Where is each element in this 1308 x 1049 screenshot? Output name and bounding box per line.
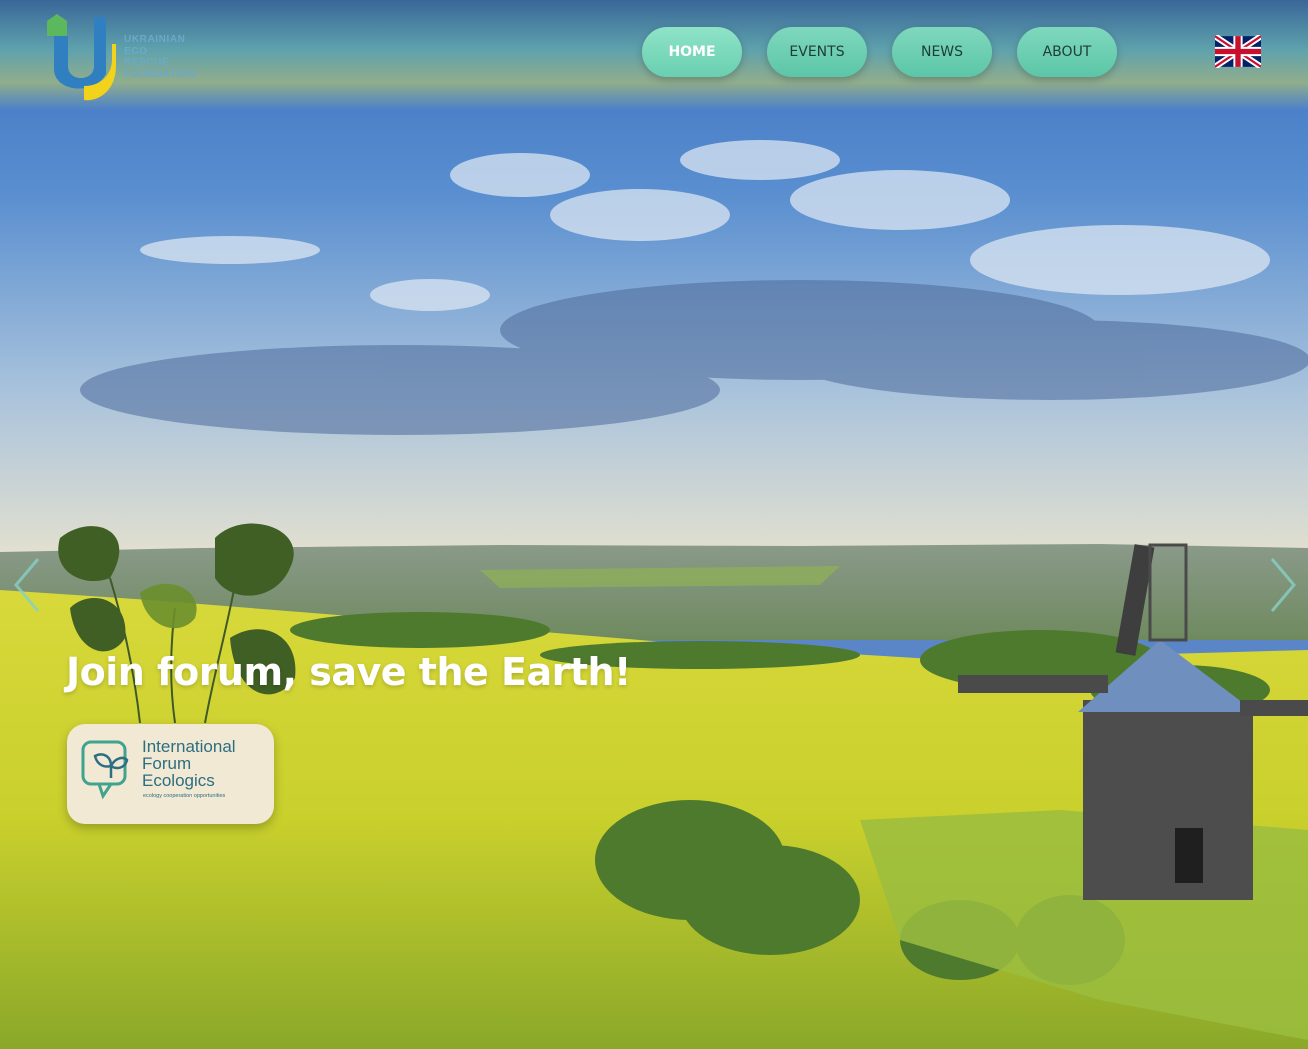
main-nav: HOME EVENTS NEWS ABOUT [642,27,1117,77]
uk-flag-icon[interactable] [1215,35,1261,68]
badge-title-line: International [142,737,236,756]
hero-banner: Ukrainian Eco Rescue Foundation HOME EVE… [0,0,1308,1049]
badge-subtitle: ecology cooperation opportunities [143,793,226,799]
badge-title: International Forum Ecologics [142,738,236,789]
logo-line: Rescue [124,57,170,68]
logo-text: Ukrainian Eco Rescue Foundation [124,34,196,80]
nav-home-button[interactable]: HOME [642,27,742,77]
logo-line: Ukrainian [124,34,186,45]
hero-background-image [0,0,1308,1049]
chevron-left-icon[interactable] [8,555,48,615]
leaf-u-logo-icon [47,14,116,101]
badge-title-line: Ecologics [142,771,215,790]
logo-line: Foundation [124,68,196,80]
badge-title-line: Forum [142,754,192,773]
logo-line: Eco [124,45,148,57]
site-logo[interactable]: Ukrainian Eco Rescue Foundation [44,14,219,104]
forum-badge[interactable]: International Forum Ecologics ecology co… [67,724,274,824]
nav-about-button[interactable]: ABOUT [1017,27,1117,77]
hero-headline: Join forum, save the Earth! [66,650,631,694]
nav-events-button[interactable]: EVENTS [767,27,867,77]
chevron-right-icon[interactable] [1262,555,1302,615]
nav-news-button[interactable]: NEWS [892,27,992,77]
leaf-chat-icon [81,740,129,800]
